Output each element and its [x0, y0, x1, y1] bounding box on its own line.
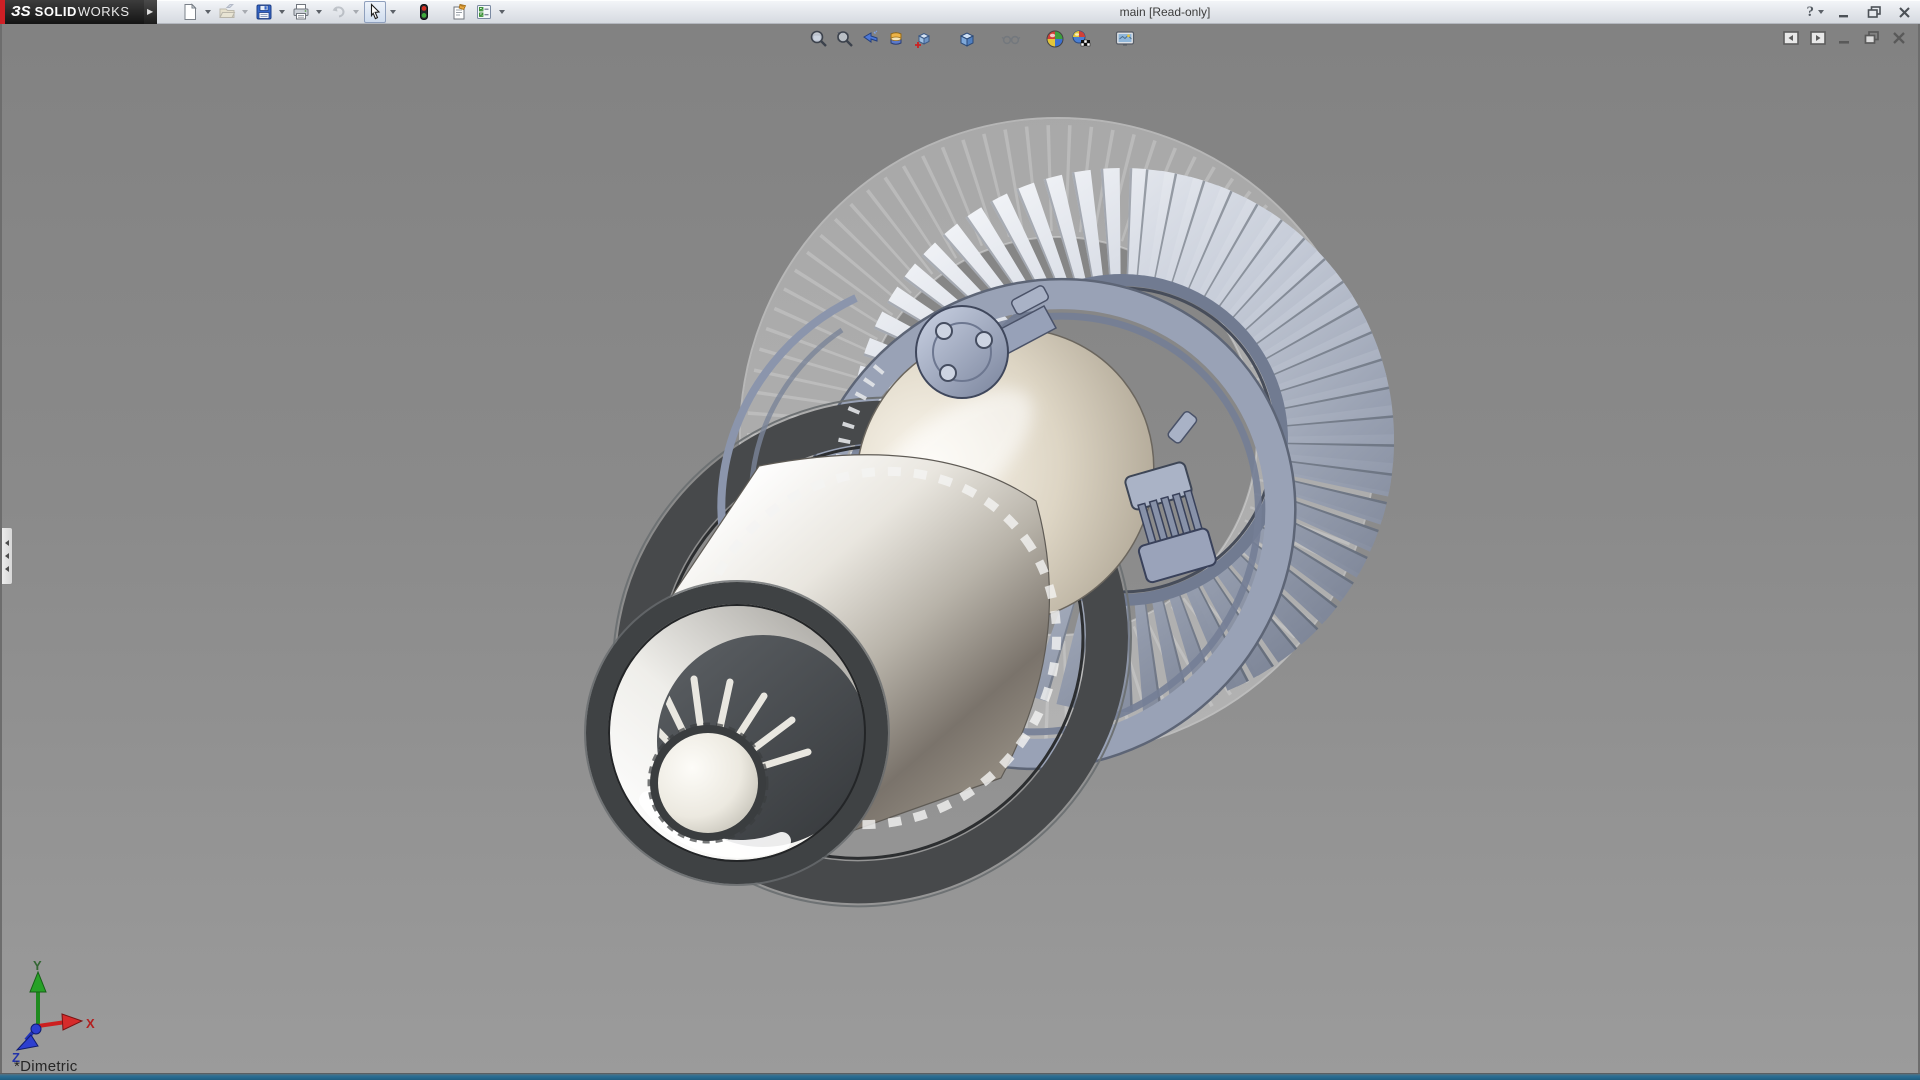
- close-icon: [1898, 7, 1911, 18]
- edit-appearance-button[interactable]: [1044, 28, 1066, 50]
- status-lights-icon: [415, 3, 433, 21]
- apply-scene-icon: [1070, 29, 1092, 49]
- tile-right-icon: [1810, 31, 1826, 45]
- triad-x-label: X: [86, 1016, 95, 1031]
- view-orientation-icon: [913, 29, 933, 49]
- view-orientation-button[interactable]: [912, 28, 934, 50]
- open-button[interactable]: [216, 1, 238, 23]
- options-button[interactable]: [473, 1, 495, 23]
- section-view-button[interactable]: [886, 28, 908, 50]
- collapse-arrow-icon: [5, 566, 9, 572]
- menubar: ЗS SOLID WORKS ▶: [0, 0, 1920, 24]
- standard-toolbar: [179, 1, 508, 23]
- shaft-hub: [654, 729, 762, 837]
- view-settings-button[interactable]: [1114, 28, 1136, 50]
- document-window-controls: [1782, 30, 1908, 45]
- checkered-flag: [1081, 40, 1090, 46]
- view-settings-icon: [1114, 29, 1136, 49]
- open-dropdown[interactable]: [240, 1, 251, 23]
- solidworks-window: ЗS SOLID WORKS ▶: [0, 0, 1920, 1080]
- minimize-button[interactable]: [1834, 4, 1854, 20]
- restore-icon: [1867, 6, 1882, 18]
- help-icon[interactable]: ?: [1807, 4, 1815, 21]
- window-bottom-edge: [0, 1073, 1920, 1080]
- doc-close-button[interactable]: [1890, 30, 1908, 45]
- hide-show-items-icon: [1000, 29, 1022, 49]
- options-dropdown[interactable]: [497, 1, 508, 23]
- triad-y-label: Y: [33, 958, 42, 973]
- open-icon: [218, 3, 236, 21]
- brand-logo: ЗS SOLID WORKS ▶: [0, 0, 157, 24]
- undo-button[interactable]: [327, 1, 349, 23]
- save-icon: [255, 3, 273, 21]
- display-style-button[interactable]: [956, 28, 978, 50]
- zoom-to-area-button[interactable]: [834, 28, 856, 50]
- print-dropdown[interactable]: [314, 1, 325, 23]
- menu-expand-button[interactable]: ▶: [144, 0, 157, 24]
- options-icon: [475, 3, 493, 21]
- doc-minimize-button[interactable]: [1836, 30, 1854, 45]
- doc-close-icon: [1892, 32, 1906, 44]
- tile-left-icon: [1783, 31, 1799, 45]
- restore-button[interactable]: [1864, 4, 1884, 20]
- new-document-button[interactable]: [179, 1, 201, 23]
- model-canvas[interactable]: Y X Z: [0, 24, 1920, 1073]
- tile-left-button[interactable]: [1782, 30, 1800, 45]
- zoom-to-area-icon: [835, 29, 855, 49]
- edit-appearance-icon: [1045, 29, 1065, 49]
- select-dropdown[interactable]: [388, 1, 399, 23]
- brand-logo-body: ЗS SOLID WORKS: [0, 0, 144, 24]
- undo-dropdown[interactable]: [351, 1, 362, 23]
- zoom-to-fit-icon: [809, 29, 829, 49]
- design-binder-icon: [451, 3, 469, 21]
- save-button[interactable]: [253, 1, 275, 23]
- brand-mark: ЗS: [11, 3, 31, 20]
- brand-name-bold: SOLID: [35, 4, 77, 19]
- collapse-arrow-icon: [5, 553, 9, 559]
- hide-show-items-button[interactable]: [1000, 28, 1022, 50]
- collapse-arrow-icon: [5, 540, 9, 546]
- brand-name-light: WORKS: [78, 4, 130, 19]
- previous-view-icon: [861, 29, 881, 49]
- zoom-to-fit-button[interactable]: [808, 28, 830, 50]
- doc-minimize-icon: [1838, 32, 1852, 44]
- new-document-icon: [181, 3, 199, 21]
- doc-restore-button[interactable]: [1863, 30, 1881, 45]
- new-document-dropdown[interactable]: [203, 1, 214, 23]
- view-orientation-label: *Dimetric: [14, 1058, 78, 1073]
- status-lights-button[interactable]: [413, 1, 435, 23]
- apply-scene-button[interactable]: [1070, 28, 1092, 50]
- window-controls: ?: [1807, 0, 1915, 24]
- feature-manager-collapsed-tab[interactable]: [2, 527, 13, 585]
- display-style-icon: [957, 29, 977, 49]
- undo-icon: [329, 3, 347, 21]
- print-icon: [292, 3, 310, 21]
- document-title: main [Read-only]: [1080, 0, 1250, 24]
- orientation-triad: Y X Z: [12, 958, 95, 1065]
- close-button[interactable]: [1894, 4, 1914, 20]
- design-binder-button[interactable]: [449, 1, 471, 23]
- doc-restore-icon: [1864, 31, 1880, 44]
- help-dropdown[interactable]: [1818, 10, 1824, 14]
- print-button[interactable]: [290, 1, 312, 23]
- graphics-viewport[interactable]: Y X Z: [0, 24, 1920, 1073]
- previous-view-button[interactable]: [860, 28, 882, 50]
- select-cursor-icon: [366, 3, 384, 21]
- jet-engine-model: [512, 118, 1395, 1009]
- minimize-icon: [1838, 7, 1851, 18]
- headsup-view-toolbar: [808, 28, 1136, 50]
- save-dropdown[interactable]: [277, 1, 288, 23]
- select-button[interactable]: [364, 1, 386, 23]
- tile-right-button[interactable]: [1809, 30, 1827, 45]
- casing-bracket-right: [1167, 410, 1199, 444]
- front-nozzle: [585, 581, 889, 885]
- section-view-icon: [887, 29, 907, 49]
